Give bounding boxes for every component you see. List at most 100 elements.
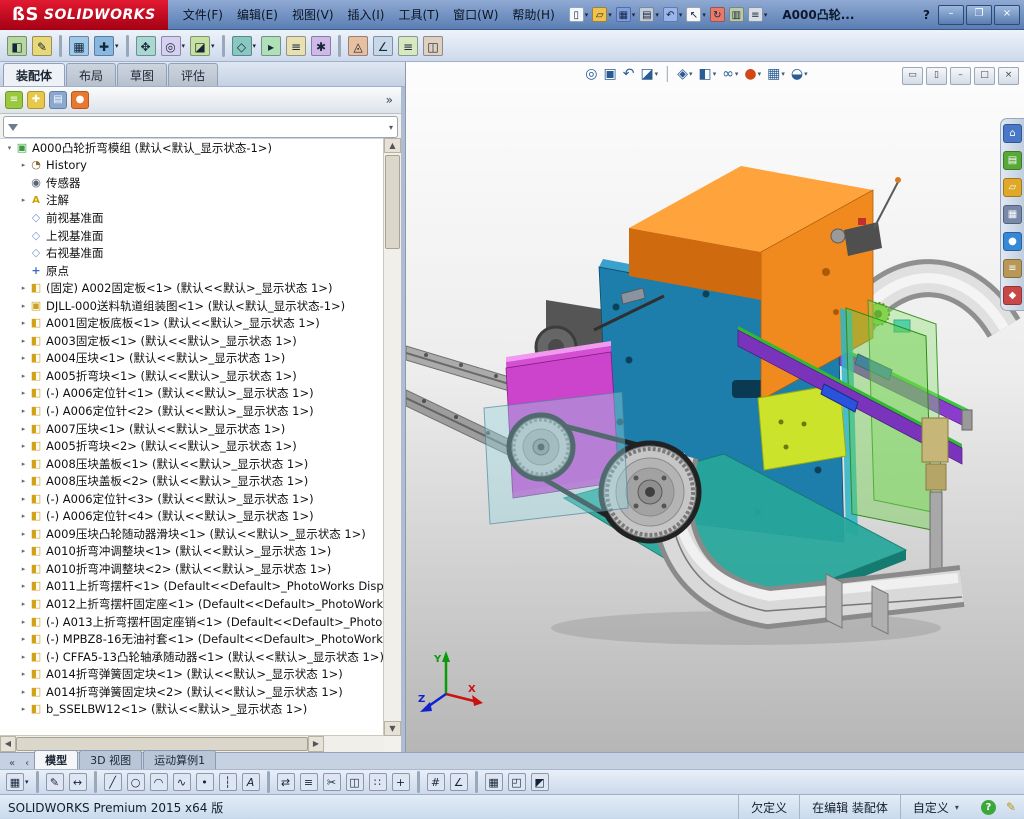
move-component-icon[interactable]: ✥: [135, 35, 157, 57]
display-style-icon[interactable]: ◧: [698, 66, 716, 82]
tree-item[interactable]: ▸ A005折弯块<1> (默认<<默认>_显示状态 1>): [0, 367, 384, 385]
tree-item[interactable]: ▸ A014折弯弹簧固定块<2> (默认<<默认>_显示状态 1>): [0, 683, 384, 701]
tree-item[interactable]: ▸ A010折弯冲调整块<1> (默认<<默认>_显示状态 1>): [0, 543, 384, 561]
tree-item[interactable]: ▸ (-) A006定位针<1> (默认<<默认>_显示状态 1>): [0, 385, 384, 403]
tree-item[interactable]: ▸ A014折弯弹簧固定块<1> (默认<<默认>_显示状态 1>): [0, 665, 384, 683]
commandmanager-tab[interactable]: 评估: [168, 63, 219, 86]
tree-item[interactable]: ▸ (-) CFFA5-13凸轮轴承随动器<1> (默认<<默认>_显示状态 1…: [0, 648, 384, 666]
assembly-3d-model[interactable]: [406, 62, 1024, 752]
zoom-area-icon[interactable]: ▣: [603, 66, 616, 82]
rebuild-icon[interactable]: ↻: [709, 6, 726, 23]
doc-close-icon[interactable]: ×: [998, 67, 1019, 85]
text-icon[interactable]: A: [241, 772, 261, 792]
view-orientation-icon[interactable]: ◈: [677, 66, 692, 82]
tree-vertical-scrollbar[interactable]: ▲ ▼: [383, 138, 401, 736]
model-clear-housing[interactable]: [483, 391, 629, 525]
toolbar-icon[interactable]: [93, 771, 97, 793]
smart-fasteners-icon[interactable]: ✚: [93, 35, 120, 57]
zoom-fit-icon[interactable]: ◎: [585, 66, 597, 82]
toolbar-icon[interactable]: [416, 771, 420, 793]
toolbar-icon[interactable]: [125, 34, 129, 57]
custom-properties-icon[interactable]: ≡: [1003, 259, 1022, 278]
solidworks-forum-icon[interactable]: ◆: [1003, 286, 1022, 305]
help-button[interactable]: ?: [915, 8, 938, 22]
tree-expander-icon[interactable]: ▸: [18, 618, 29, 626]
previous-view-icon[interactable]: ↶: [623, 66, 635, 82]
tree-item[interactable]: ▸ b_SSELBW12<1> (默认<<默认>_显示状态 1>): [0, 701, 384, 719]
instant3d-icon[interactable]: ◰: [507, 772, 527, 792]
file-explorer-icon[interactable]: ▱: [1003, 178, 1022, 197]
scroll-down-icon[interactable]: ▼: [384, 721, 401, 736]
tree-expander-icon[interactable]: ▸: [18, 442, 29, 450]
tree-expander-icon[interactable]: ▸: [18, 688, 29, 696]
arc-icon[interactable]: ◠: [149, 772, 169, 792]
solidworks-resources-icon[interactable]: ⌂: [1003, 124, 1022, 143]
offset-entities-icon[interactable]: ≡: [299, 772, 319, 792]
appearances-scenes-icon[interactable]: ●: [1003, 232, 1022, 251]
tree-item[interactable]: ▸ A004压块<1> (默认<<默认>_显示状态 1>): [0, 350, 384, 368]
convert-entities-icon[interactable]: ⇄: [276, 772, 296, 792]
tree-item[interactable]: 原点: [0, 262, 384, 280]
new-motion-study-icon[interactable]: ▸: [260, 35, 282, 57]
tree-item[interactable]: ▸ History: [0, 157, 384, 175]
view-palette-icon[interactable]: ▦: [1003, 205, 1022, 224]
sketch-icon[interactable]: ✎: [45, 772, 65, 792]
mate-icon[interactable]: ✎: [31, 35, 53, 57]
tree-item[interactable]: 上视基准面: [0, 227, 384, 245]
tree-expander-icon[interactable]: ▸: [18, 582, 29, 590]
trim-entities-icon[interactable]: ✂: [322, 772, 342, 792]
select-cursor-icon[interactable]: ↖: [685, 6, 707, 23]
tree-expander-icon[interactable]: ▸: [18, 635, 29, 643]
tree-expander-icon[interactable]: ▸: [18, 196, 29, 204]
section-tool-icon[interactable]: ◩: [530, 772, 550, 792]
menu-item[interactable]: 视图(V): [285, 2, 341, 27]
line-icon[interactable]: ╱: [103, 772, 123, 792]
tree-item[interactable]: ▸ (-) A006定位针<2> (默认<<默认>_显示状态 1>): [0, 402, 384, 420]
doc-cascade-icon[interactable]: ▯: [926, 67, 947, 85]
tree-item[interactable]: ▸ A012上折弯摆杆固定座<1> (Default<<Default>_Pho…: [0, 595, 384, 613]
show-hidden-components-icon[interactable]: ◎: [160, 35, 187, 57]
hud-icon[interactable]: [667, 66, 669, 82]
close-button[interactable]: ×: [994, 4, 1020, 25]
doc-restore-icon[interactable]: □: [974, 67, 995, 85]
centerline-icon[interactable]: ┆: [218, 772, 238, 792]
minimize-button[interactable]: –: [938, 4, 964, 25]
new-document-icon[interactable]: ▯: [568, 6, 590, 23]
section-properties-icon[interactable]: ◫: [422, 35, 444, 57]
tree-item[interactable]: ▸ A001固定板底板<1> (默认<<默认>_显示状态 1>): [0, 314, 384, 332]
tree-item[interactable]: ▸ (-) A006定位针<3> (默认<<默认>_显示状态 1>): [0, 490, 384, 508]
toolbar-icon[interactable]: [474, 771, 478, 793]
bill-of-materials-icon[interactable]: ≡: [285, 35, 307, 57]
tree-item[interactable]: ▸ A007压块<1> (默认<<默认>_显示状态 1>): [0, 420, 384, 438]
linear-sketch-pattern-icon[interactable]: ∷: [368, 772, 388, 792]
reference-geometry-icon[interactable]: ◇: [231, 35, 258, 57]
toolbar-icon[interactable]: [59, 34, 62, 57]
menu-item[interactable]: 工具(T): [391, 2, 446, 27]
linear-component-pattern-icon[interactable]: ▦: [68, 35, 90, 57]
hide-show-items-icon[interactable]: ∞: [722, 66, 738, 82]
interference-detection-icon[interactable]: ◬: [347, 35, 369, 57]
move-entities-icon[interactable]: +: [391, 772, 411, 792]
tree-expander-icon[interactable]: ▸: [18, 477, 29, 485]
tree-item[interactable]: ▸ A003固定板<1> (默认<<默认>_显示状态 1>): [0, 332, 384, 350]
tree-expander-icon[interactable]: ▸: [18, 407, 29, 415]
exploded-view-icon[interactable]: ✱: [310, 35, 332, 57]
tree-item[interactable]: ▸ A008压块盖板<1> (默认<<默认>_显示状态 1>): [0, 455, 384, 473]
tree-expander-icon[interactable]: ▸: [18, 284, 29, 292]
panel-overflow-button[interactable]: »: [386, 93, 396, 107]
tree-item[interactable]: ▸ DJLL-000送料轨道组装图<1> (默认<默认_显示状态-1>): [0, 297, 384, 315]
edit-appearance-icon[interactable]: ●: [744, 66, 761, 82]
tree-item[interactable]: ▸ (-) MPBZ8-16无油衬套<1> (Default<<Default>…: [0, 630, 384, 648]
restore-button[interactable]: ❐: [966, 4, 992, 25]
measure-icon[interactable]: ∠: [372, 35, 394, 57]
document-tab[interactable]: 3D 视图: [79, 750, 143, 769]
mass-properties-icon[interactable]: ≡: [397, 35, 419, 57]
tree-expander-icon[interactable]: ▸: [18, 302, 29, 310]
undo-icon[interactable]: ↶: [662, 6, 684, 23]
print-icon[interactable]: ▤: [638, 6, 660, 23]
smart-dimension-icon[interactable]: ↔: [68, 772, 88, 792]
tree-item[interactable]: 传感器: [0, 174, 384, 192]
scroll-up-icon[interactable]: ▲: [384, 138, 401, 153]
insert-components-icon[interactable]: ◧: [6, 35, 28, 57]
configurationmanager-icon[interactable]: ▤: [49, 91, 67, 109]
